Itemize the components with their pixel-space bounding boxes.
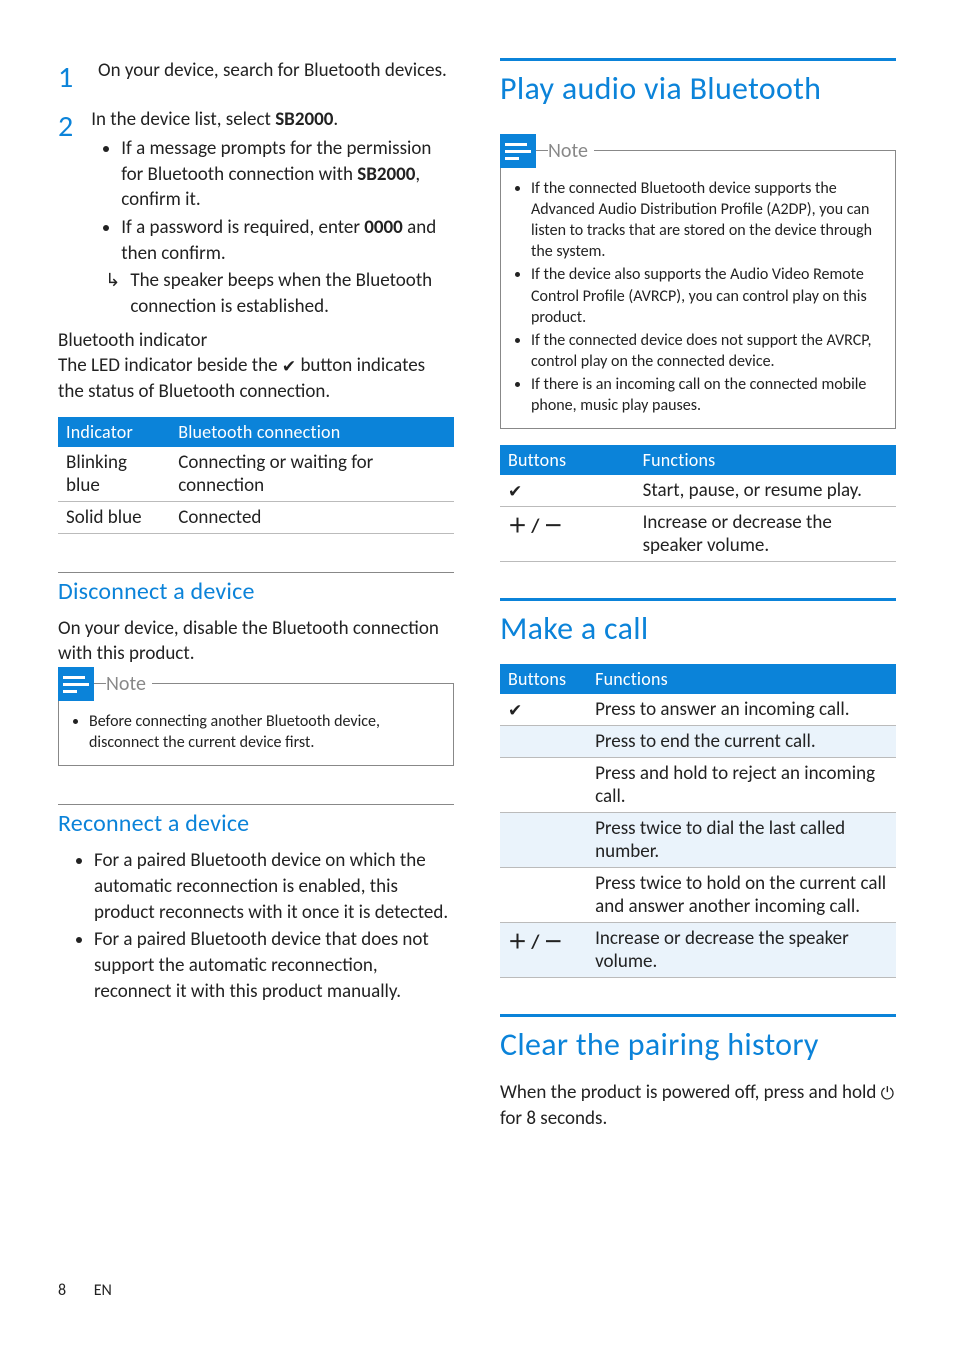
reconnect-heading: Reconnect a device [58, 809, 454, 838]
table-row: ＋ / － Increase or decrease the speaker v… [500, 507, 896, 562]
call-heading: Make a call [500, 609, 896, 648]
left-column: 1 On your device, search for Bluetooth d… [58, 58, 454, 1132]
table-row: ✔ Press to answer an incoming call. [500, 694, 896, 726]
h1-divider [500, 598, 896, 601]
table-row: Blinking blue Connecting or waiting for … [58, 447, 454, 502]
sub-bullet: If a password is required, enter 0000 an… [121, 215, 454, 266]
disconnect-heading: Disconnect a device [58, 577, 454, 606]
step-1: 1 On your device, search for Bluetooth d… [58, 58, 454, 99]
note-item: Before connecting another Bluetooth devi… [89, 711, 439, 753]
phone-icon: ✔ [508, 481, 522, 502]
buttons-table: Buttons Functions ✔ Start, pause, or res… [500, 445, 896, 562]
right-column: Play audio via Bluetooth Note If the con… [500, 58, 896, 1132]
th-connection: Bluetooth connection [170, 417, 454, 447]
note-icon [500, 134, 536, 168]
note-item: If the connected Bluetooth device suppor… [531, 178, 881, 262]
two-column-layout: 1 On your device, search for Bluetooth d… [58, 58, 896, 1132]
table-row: ＋ / － Increase or decrease the speaker v… [500, 923, 896, 978]
note-item: If the connected device does not support… [531, 330, 881, 372]
step-text: On your device, search for Bluetooth dev… [98, 58, 447, 84]
phone-icon: ✔ [282, 356, 296, 377]
h1-divider [500, 58, 896, 61]
reconnect-list: For a paired Bluetooth device on which t… [94, 848, 454, 1004]
table-row: Solid blue Connected [58, 501, 454, 533]
plus-minus-icon: ＋ / － [500, 507, 635, 562]
indicator-table: Indicator Bluetooth connection Blinking … [58, 417, 454, 534]
clear-heading: Clear the pairing history [500, 1025, 896, 1064]
table-row: ✔ Start, pause, or resume play. [500, 475, 896, 507]
section-divider [58, 804, 454, 805]
result-text: The speaker beeps when the Bluetooth con… [130, 268, 454, 319]
step-number: 1 [58, 58, 80, 99]
table-row: Press to end the current call. [500, 726, 896, 758]
sub-bullet: If a message prompts for the permission … [121, 136, 454, 213]
step-2: 2 In the device list, select SB2000. If … [58, 107, 454, 320]
h1-divider [500, 1014, 896, 1017]
note-item: If there is an incoming call on the conn… [531, 374, 881, 416]
numbered-steps: 1 On your device, search for Bluetooth d… [58, 58, 454, 320]
th-indicator: Indicator [58, 417, 170, 447]
th-functions: Functions [587, 664, 896, 694]
sub-bullets: If a message prompts for the permission … [121, 136, 454, 266]
language-code: EN [94, 1281, 112, 1300]
table-row: Press twice to hold on the current call … [500, 868, 896, 923]
th-functions: Functions [635, 445, 896, 475]
table-header-row: Buttons Functions [500, 664, 896, 694]
step-text: In the device list, select SB2000. [91, 107, 454, 133]
note-icon [58, 667, 94, 701]
indicator-heading: Bluetooth indicator [58, 328, 454, 354]
phone-icon: ✔ [508, 700, 522, 721]
table-row: Press and hold to reject an incoming cal… [500, 758, 896, 813]
play-heading: Play audio via Bluetooth [500, 69, 896, 108]
plus-minus-icon: ＋ / － [500, 923, 587, 978]
note-box: Note If the connected Bluetooth device s… [500, 150, 896, 429]
note-list: Before connecting another Bluetooth devi… [89, 711, 439, 753]
page-footer: 8 EN [58, 1281, 112, 1300]
disconnect-paragraph: On your device, disable the Bluetooth co… [58, 616, 454, 667]
table-row: Press twice to dial the last called numb… [500, 813, 896, 868]
note-label: Note [548, 139, 594, 163]
th-buttons: Buttons [500, 664, 587, 694]
call-table: Buttons Functions ✔ Press to answer an i… [500, 664, 896, 978]
table-header-row: Buttons Functions [500, 445, 896, 475]
list-item: For a paired Bluetooth device that does … [94, 927, 454, 1004]
th-buttons: Buttons [500, 445, 635, 475]
indicator-paragraph: The LED indicator beside the ✔ button in… [58, 353, 454, 405]
power-icon: ⏻ [881, 1083, 894, 1104]
note-box: Note Before connecting another Bluetooth… [58, 683, 454, 766]
arrow-right-icon: ↳ [105, 268, 120, 319]
note-label: Note [106, 672, 152, 696]
clear-paragraph: When the product is powered off, press a… [500, 1080, 896, 1132]
step-number: 2 [58, 107, 73, 320]
page-number: 8 [58, 1281, 66, 1300]
list-item: For a paired Bluetooth device on which t… [94, 848, 454, 925]
result-row: ↳ The speaker beeps when the Bluetooth c… [105, 268, 454, 319]
section-divider [58, 572, 454, 573]
note-item: If the device also supports the Audio Vi… [531, 264, 881, 327]
note-list: If the connected Bluetooth device suppor… [531, 178, 881, 416]
table-header-row: Indicator Bluetooth connection [58, 417, 454, 447]
